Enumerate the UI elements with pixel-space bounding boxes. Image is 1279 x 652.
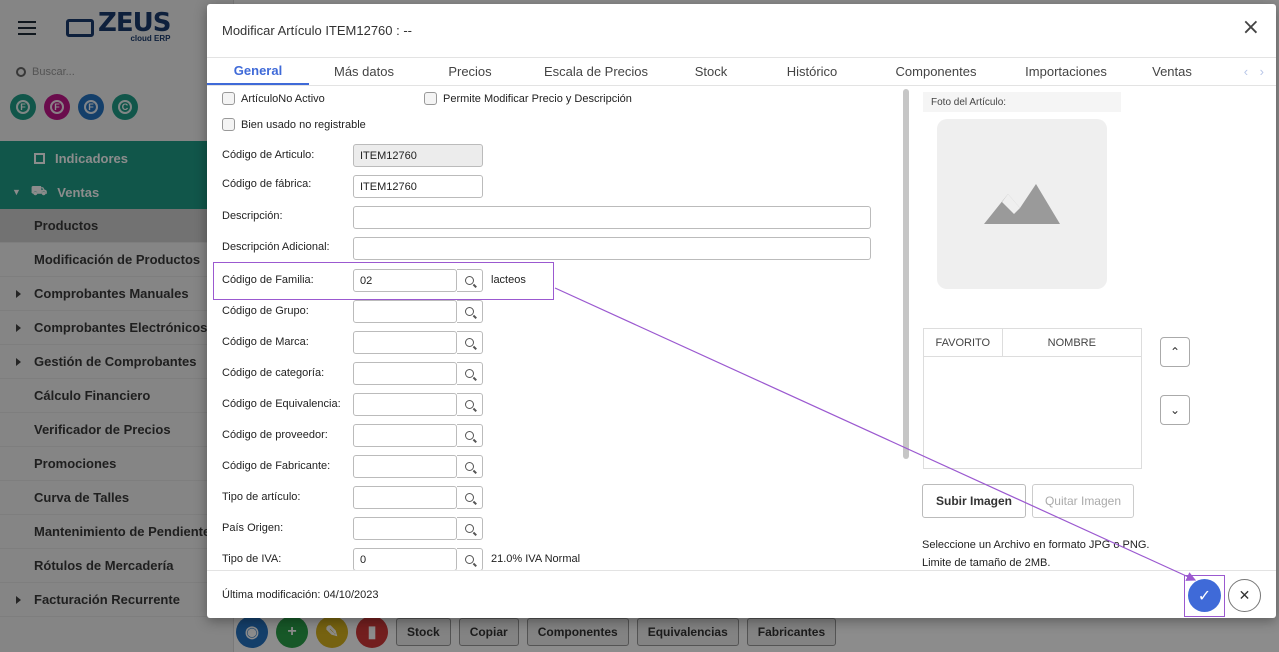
move-up-button[interactable]: ⌃: [1160, 337, 1190, 367]
tab-precios[interactable]: Precios: [419, 58, 521, 85]
checkbox-no-activo[interactable]: ArtículoNo Activo: [222, 92, 325, 105]
checkbox-box[interactable]: [222, 92, 235, 105]
move-down-button[interactable]: ⌄: [1160, 395, 1190, 425]
tab-historico[interactable]: Histórico: [751, 58, 873, 85]
codigo-equivalencia-label: Código de Equivalencia:: [222, 398, 341, 410]
column-header-nombre: NOMBRE: [1001, 329, 1141, 356]
codigo-proveedor-search-button[interactable]: [457, 424, 483, 447]
codigo-marca-search-button[interactable]: [457, 331, 483, 354]
dialog-body: ArtículoNo Activo Permite Modificar Prec…: [207, 87, 1276, 571]
search-icon: [465, 307, 474, 316]
chevron-down-icon: ⌄: [1169, 403, 1181, 417]
search-icon: [465, 555, 474, 564]
codigo-grupo-search-button[interactable]: [457, 300, 483, 323]
codigo-proveedor-label: Código de proveedor:: [222, 429, 328, 441]
descripcion-adicional-field[interactable]: [353, 237, 871, 260]
last-modified-text: Última modificación: 04/10/2023: [222, 588, 379, 601]
close-icon: ✕: [1238, 587, 1251, 604]
annotation-highlight-confirm: [1184, 575, 1225, 617]
dialog-header: Modificar Artículo ITEM12760 : --: [207, 4, 1276, 58]
scrollbar-thumb[interactable]: [903, 89, 909, 459]
codigo-categoria-field[interactable]: [353, 362, 457, 385]
codigo-grupo-label: Código de Grupo:: [222, 305, 309, 317]
checkbox-label: Permite Modificar Precio y Descripción: [443, 92, 632, 105]
tab-mas-datos[interactable]: Más datos: [309, 58, 419, 85]
search-icon: [465, 524, 474, 533]
codigo-articulo-field: ITEM12760: [353, 144, 483, 167]
codigo-proveedor-field[interactable]: [353, 424, 457, 447]
search-icon: [465, 400, 474, 409]
codigo-grupo-field[interactable]: [353, 300, 457, 323]
general-form: ArtículoNo Activo Permite Modificar Prec…: [207, 87, 907, 571]
tab-componentes[interactable]: Componentes: [873, 58, 999, 85]
article-photo-placeholder: [937, 119, 1107, 289]
tipo-iva-search-button[interactable]: [457, 548, 483, 571]
codigo-categoria-search-button[interactable]: [457, 362, 483, 385]
tipo-iva-description: 21.0% IVA Normal: [491, 553, 581, 565]
codigo-fabrica-label: Código de fábrica:: [222, 178, 312, 190]
favorites-table-header: FAVORITO NOMBRE: [924, 329, 1141, 357]
close-icon[interactable]: ×: [1242, 17, 1260, 39]
tab-escala-precios[interactable]: Escala de Precios: [521, 58, 671, 85]
checkbox-permite-modificar[interactable]: Permite Modificar Precio y Descripción: [424, 92, 632, 105]
tipo-iva-label: Tipo de IVA:: [222, 553, 282, 565]
codigo-equivalencia-search-button[interactable]: [457, 393, 483, 416]
descripcion-label: Descripción:: [222, 210, 283, 222]
codigo-fabricante-field[interactable]: [353, 455, 457, 478]
search-icon: [465, 493, 474, 502]
pais-origen-label: País Origen:: [222, 522, 284, 534]
tab-stock[interactable]: Stock: [671, 58, 751, 85]
codigo-fabrica-field[interactable]: ITEM12760: [353, 175, 483, 198]
search-icon: [465, 462, 474, 471]
upload-note-size: Limite de tamaño de 2MB.: [922, 557, 1051, 569]
codigo-marca-field[interactable]: [353, 331, 457, 354]
dialog-footer: Última modificación: 04/10/2023: [207, 570, 1276, 618]
checkbox-label: Bien usado no registrable: [241, 118, 366, 131]
checkbox-box[interactable]: [222, 118, 235, 131]
column-header-favorito: FAVORITO: [935, 336, 991, 349]
search-icon: [465, 338, 474, 347]
descripcion-adicional-label: Descripción Adicional:: [222, 241, 330, 253]
pais-origen-search-button[interactable]: [457, 517, 483, 540]
codigo-articulo-label: Código de Articulo:: [222, 149, 315, 161]
tipo-articulo-search-button[interactable]: [457, 486, 483, 509]
codigo-marca-label: Código de Marca:: [222, 336, 309, 348]
checkbox-box[interactable]: [424, 92, 437, 105]
checkbox-bien-usado[interactable]: Bien usado no registrable: [222, 118, 366, 131]
modificar-articulo-dialog: Modificar Artículo ITEM12760 : -- × Gene…: [207, 4, 1276, 618]
favorites-table: FAVORITO NOMBRE: [923, 328, 1142, 469]
quitar-imagen-button[interactable]: Quitar Imagen: [1032, 484, 1134, 518]
foto-label: Foto del Artículo:: [923, 92, 1121, 112]
dialog-title: Modificar Artículo ITEM12760 : --: [222, 23, 413, 38]
chevron-up-icon: ⌃: [1169, 345, 1181, 359]
tipo-articulo-label: Tipo de artículo:: [222, 491, 301, 503]
tab-importaciones[interactable]: Importaciones: [999, 58, 1133, 85]
pais-origen-field[interactable]: [353, 517, 457, 540]
codigo-categoria-label: Código de categoría:: [222, 367, 325, 379]
form-scrollbar[interactable]: [901, 87, 911, 570]
tipo-articulo-field[interactable]: [353, 486, 457, 509]
image-placeholder-icon: [984, 184, 1060, 224]
tab-ventas[interactable]: Ventas: [1133, 58, 1211, 85]
upload-note-format: Seleccione un Archivo en formato JPG o P…: [922, 539, 1150, 551]
tab-scroll-arrows-icon[interactable]: ‹ ›: [1244, 64, 1268, 79]
tab-general[interactable]: General: [207, 58, 309, 85]
codigo-equivalencia-field[interactable]: [353, 393, 457, 416]
dialog-tabs: General Más datos Precios Escala de Prec…: [207, 58, 1276, 86]
annotation-highlight-familia: [213, 262, 554, 300]
search-icon: [465, 431, 474, 440]
tipo-iva-field[interactable]: 0: [353, 548, 457, 571]
checkbox-label: ArtículoNo Activo: [241, 92, 325, 105]
subir-imagen-button[interactable]: Subir Imagen: [922, 484, 1026, 518]
descripcion-field[interactable]: [353, 206, 871, 229]
cancel-button[interactable]: ✕: [1228, 579, 1261, 612]
codigo-fabricante-search-button[interactable]: [457, 455, 483, 478]
search-icon: [465, 369, 474, 378]
image-panel: Foto del Artículo: FAVORITO NOMBRE ⌃ ⌄ S…: [915, 87, 1276, 570]
codigo-fabricante-label: Código de Fabricante:: [222, 460, 331, 472]
